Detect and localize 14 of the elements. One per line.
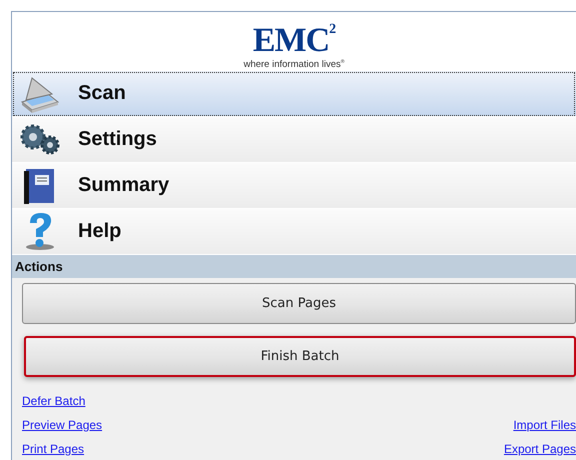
- action-link[interactable]: Preview Pages: [22, 418, 102, 432]
- logo-tagline: where information lives$^{®}$: [244, 58, 344, 70]
- action-link[interactable]: Import Files: [513, 418, 576, 432]
- nav-item[interactable]: Settings: [12, 117, 576, 163]
- action-button[interactable]: Scan Pages: [22, 282, 576, 324]
- nav-item[interactable]: Help: [12, 208, 576, 255]
- logo-text: EMC$^{2}$: [252, 20, 336, 57]
- action-link[interactable]: Defer Batch: [22, 394, 86, 408]
- nav-item[interactable]: Scan: [12, 71, 576, 118]
- action-link[interactable]: Export Pages: [504, 442, 576, 456]
- section-title: Actions: [15, 258, 63, 274]
- nav-item[interactable]: Summary: [12, 163, 576, 209]
- action-button[interactable]: Finish Batch: [24, 336, 576, 377]
- action-link[interactable]: Print Pages: [22, 442, 84, 456]
